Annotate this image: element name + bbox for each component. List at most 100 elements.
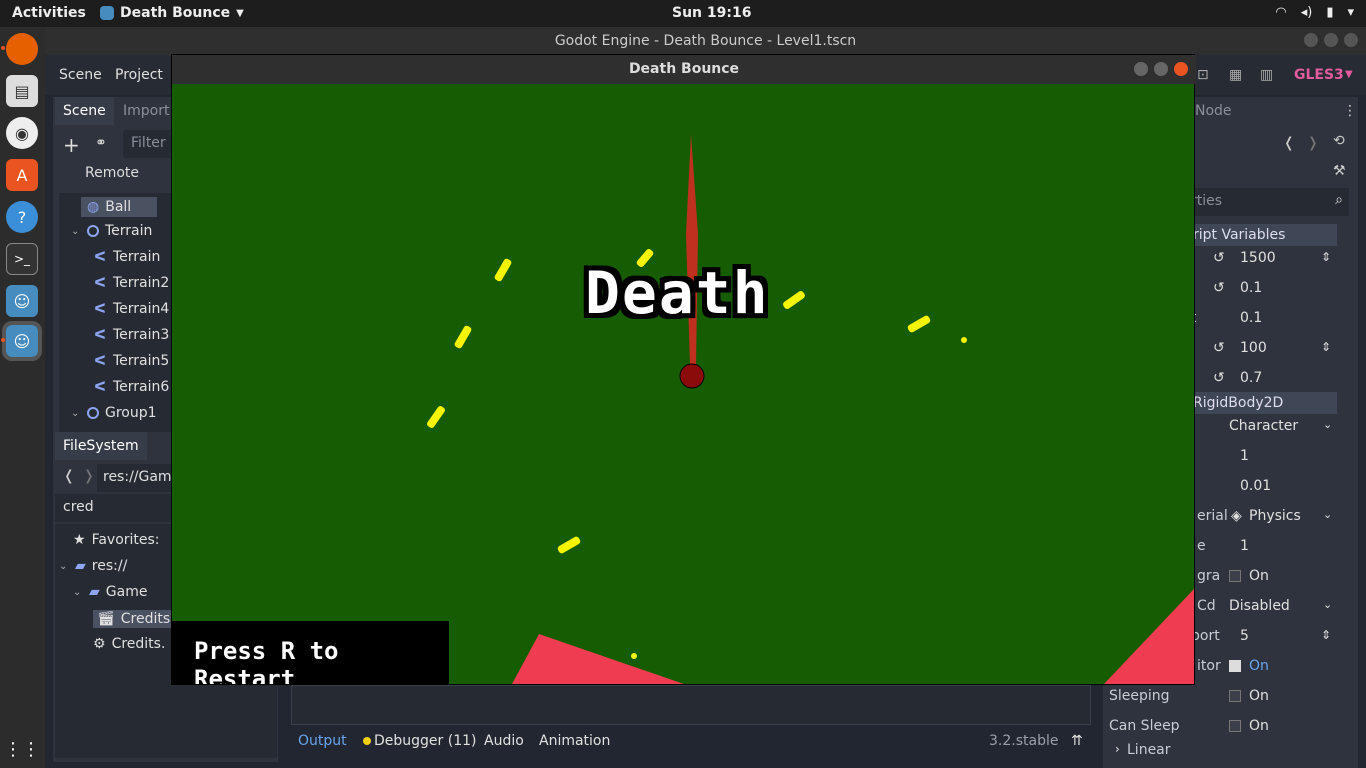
property-value[interactable]: 0.7 — [1240, 370, 1262, 386]
tab-filesystem[interactable]: FileSystem — [55, 432, 147, 460]
chevron-down-icon: ▼ — [1345, 69, 1353, 80]
property-value[interactable]: Physics — [1249, 508, 1301, 524]
close-button[interactable] — [1174, 62, 1188, 76]
renderer-select[interactable]: GLES3 — [1294, 67, 1344, 83]
history-back-icon[interactable]: ❬ — [1283, 135, 1295, 151]
reset-icon[interactable]: ↺ — [1213, 280, 1225, 296]
help-icon[interactable]: ? — [6, 201, 38, 233]
tree-item[interactable]: ⌄ ▰ res:// — [59, 558, 127, 574]
terminal-icon[interactable]: >_ — [6, 243, 38, 275]
system-tray[interactable]: ◠ ◂) ▮ ▾ — [1275, 5, 1354, 20]
spike — [686, 134, 698, 366]
property-value[interactable]: 0.1 — [1240, 310, 1262, 326]
checkbox-label: On — [1249, 568, 1269, 584]
tree-item-label: Credits. — [111, 636, 166, 652]
minimize-button[interactable] — [1134, 62, 1148, 76]
app-menu[interactable]: Death Bounce ▼ — [100, 5, 244, 21]
section-script-variables[interactable]: ript Variables — [1189, 224, 1337, 246]
tree-item[interactable]: ᐸ Terrain5 — [93, 353, 169, 369]
tree-item[interactable]: ᐸ Terrain2 — [93, 275, 169, 291]
rhythmbox-icon[interactable]: ◉ — [6, 117, 38, 149]
tree-item[interactable]: ⌄ ▰ Game — [73, 584, 147, 600]
property-filter-input[interactable]: rties ⌕ — [1189, 188, 1349, 216]
tree-item[interactable]: ⌄ Group1 — [71, 405, 157, 421]
reset-icon[interactable]: ↺ — [1213, 370, 1225, 386]
spinner-icon[interactable]: ⇕ — [1321, 250, 1331, 264]
checkbox[interactable]: On — [1229, 568, 1269, 584]
add-node-icon[interactable]: + — [63, 133, 80, 157]
more-options-icon[interactable]: ⋮ — [1343, 103, 1357, 119]
activities-button[interactable]: Activities — [12, 5, 86, 21]
tab-output[interactable]: Output — [298, 733, 347, 749]
files-icon[interactable]: ▤ — [6, 75, 38, 107]
property-value[interactable]: 1500 — [1240, 250, 1276, 266]
property-label: port — [1191, 628, 1220, 644]
close-button[interactable] — [1344, 33, 1358, 47]
mode-select[interactable]: Character — [1229, 418, 1298, 434]
property-value[interactable]: 100 — [1240, 340, 1267, 356]
tree-item[interactable]: 🎬︎ Credits. — [93, 610, 179, 628]
tree-item[interactable]: ◍ Ball — [81, 197, 157, 217]
menu-scene[interactable]: Scene — [59, 67, 102, 83]
chevron-down-icon: ⌄ — [71, 407, 80, 419]
tab-audio[interactable]: Audio — [484, 733, 524, 749]
minimize-button[interactable] — [1304, 33, 1318, 47]
property-label: itor — [1197, 658, 1221, 674]
clapper-icon[interactable]: ▦ — [1229, 67, 1242, 83]
software-center-icon[interactable]: A — [6, 159, 38, 191]
spinner-icon[interactable]: ⇕ — [1321, 628, 1331, 642]
tab-scene[interactable]: Scene — [55, 97, 114, 125]
tab-import[interactable]: Import — [115, 97, 177, 125]
chevron-down-icon: ⌄ — [59, 560, 68, 572]
property-value[interactable]: 1 — [1240, 448, 1249, 464]
property-value[interactable]: 0.1 — [1240, 280, 1262, 296]
maximize-button[interactable] — [1154, 62, 1168, 76]
tree-item[interactable]: ᐸ Terrain3 — [93, 327, 169, 343]
clock[interactable]: Sun 19:16 — [672, 5, 751, 21]
hazard-triangle — [512, 634, 684, 684]
property-value[interactable]: 0.01 — [1240, 478, 1271, 494]
back-icon[interactable]: ❬ — [63, 468, 75, 484]
tab-debugger[interactable]: Debugger (11) — [363, 733, 476, 749]
remote-tab[interactable]: Remote — [85, 165, 139, 181]
tree-item[interactable]: ⚙ Credits. — [93, 636, 165, 652]
movie-icon[interactable]: ▥ — [1260, 67, 1273, 83]
tree-item[interactable]: ᐸ Terrain — [93, 249, 160, 265]
history-forward-icon[interactable]: ❭ — [1307, 135, 1319, 151]
collapse-panel-icon[interactable]: ⇈ — [1071, 733, 1083, 749]
reset-icon[interactable]: ↺ — [1213, 340, 1225, 356]
section-linear[interactable]: › Linear — [1103, 740, 1343, 762]
reset-icon[interactable]: ↺ — [1213, 250, 1225, 266]
section-rigidbody2d[interactable]: RigidBody2D — [1189, 392, 1337, 414]
godot-running-icon[interactable]: ☺ — [1, 321, 42, 361]
game-window-title: Death Bounce — [628, 61, 740, 77]
property-value[interactable]: 1 — [1240, 538, 1249, 554]
tab-node[interactable]: Node — [1195, 103, 1232, 119]
maximize-button[interactable] — [1324, 33, 1338, 47]
forward-icon[interactable]: ❭ — [83, 468, 95, 484]
tools-icon[interactable]: ⚒ — [1333, 163, 1346, 179]
firefox-icon[interactable] — [1, 33, 38, 65]
path-value: res://Gam — [103, 469, 172, 485]
game-viewport[interactable]: Death Press R to Restart — [172, 84, 1194, 684]
link-icon[interactable]: ⚭ — [95, 135, 107, 151]
tree-item[interactable]: ᐸ Terrain4 — [93, 301, 169, 317]
tab-animation[interactable]: Animation — [539, 733, 610, 749]
warning-dot-icon — [363, 737, 371, 745]
output-panel — [291, 685, 1091, 725]
godot-icon[interactable]: ☺ — [6, 285, 38, 317]
checkbox[interactable]: On — [1229, 688, 1269, 704]
tree-item[interactable]: ᐸ Terrain6 — [93, 379, 169, 395]
checkbox[interactable]: On — [1229, 718, 1269, 734]
favorites-item[interactable]: ★ Favorites: — [73, 532, 160, 548]
show-apps-icon[interactable]: ⋮⋮ — [4, 733, 40, 765]
version-label: 3.2.stable — [989, 733, 1059, 749]
spinner-icon[interactable]: ⇕ — [1321, 340, 1331, 354]
property-value[interactable]: 5 — [1240, 628, 1249, 644]
history-icon[interactable]: ⟲ — [1333, 133, 1345, 149]
html5-icon[interactable]: ⊡ — [1197, 67, 1209, 83]
checkbox[interactable]: On — [1229, 658, 1269, 674]
menu-project[interactable]: Project — [115, 67, 163, 83]
tree-item[interactable]: ⌄ Terrain — [71, 223, 152, 239]
property-value[interactable]: Disabled — [1229, 598, 1290, 614]
